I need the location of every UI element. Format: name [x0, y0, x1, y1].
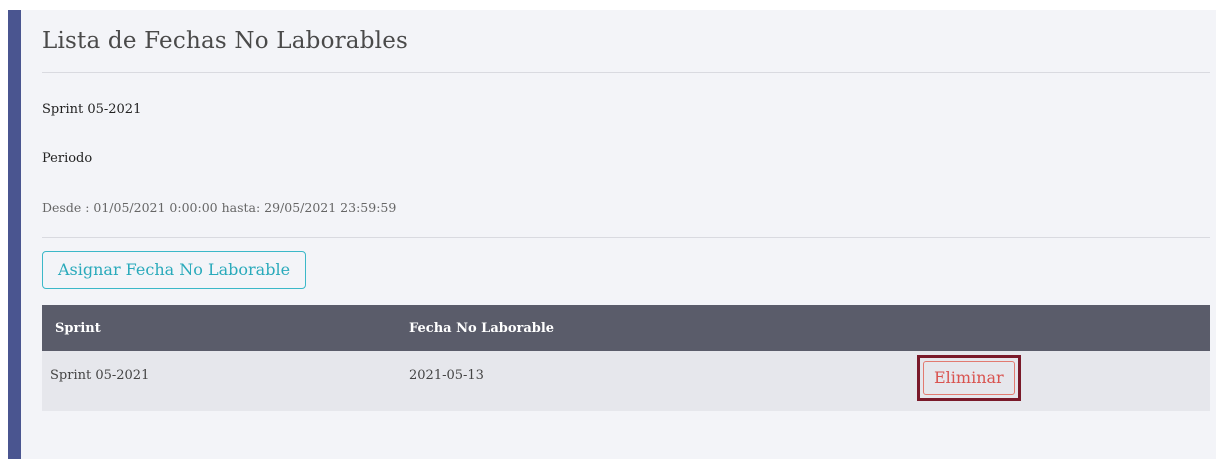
sidebar-accent-bar [8, 10, 21, 459]
cell-fecha: 2021-05-13 [409, 368, 484, 383]
cell-sprint: Sprint 05-2021 [50, 368, 150, 383]
column-header-sprint: Sprint [55, 320, 101, 336]
delete-button-highlight: Eliminar [917, 355, 1021, 401]
assign-non-working-date-button[interactable]: Asignar Fecha No Laborable [42, 251, 306, 289]
content-panel: Lista de Fechas No Laborables Sprint 05-… [21, 10, 1216, 459]
delete-button[interactable]: Eliminar [923, 361, 1015, 395]
table-header-row: Sprint Fecha No Laborable [42, 305, 1210, 351]
date-range: Desde : 01/05/2021 0:00:00 hasta: 29/05/… [42, 200, 397, 215]
title-divider [42, 72, 1210, 73]
column-header-actions [899, 305, 1210, 351]
section-divider [42, 237, 1210, 238]
page-title: Lista de Fechas No Laborables [42, 28, 409, 54]
table-row: Sprint 05-2021 2021-05-13 Eliminar [42, 351, 1210, 411]
non-working-dates-table: Sprint Fecha No Laborable Sprint 05-2021… [42, 305, 1210, 411]
page: Lista de Fechas No Laborables Sprint 05-… [0, 0, 1216, 459]
period-label: Periodo [42, 151, 93, 166]
column-header-fecha: Fecha No Laborable [409, 320, 555, 336]
cell-actions: Eliminar [899, 351, 1210, 411]
sprint-name: Sprint 05-2021 [42, 102, 142, 117]
